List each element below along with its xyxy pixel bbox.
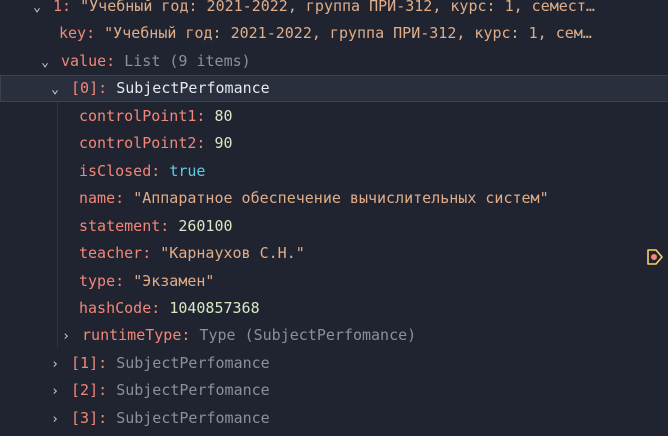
chevron-down-icon[interactable]: ⌄ <box>38 49 52 75</box>
chevron-down-icon[interactable]: ⌄ <box>30 0 44 20</box>
runtime-key: runtimeType: <box>82 326 191 344</box>
field-key: isClosed: <box>79 162 161 180</box>
field-key: name: <box>79 189 125 207</box>
key-label: key: <box>59 24 96 42</box>
field-value: 80 <box>214 107 233 125</box>
chevron-down-icon[interactable]: ⌄ <box>48 76 62 102</box>
field-value: "Карнаухов С.Н." <box>160 244 305 262</box>
item-index: [3]: <box>71 409 108 427</box>
field-key: statement: <box>79 217 170 235</box>
item-type: SubjectPerfomance <box>116 409 270 427</box>
field-row-controlPoint1[interactable]: controlPoint1: 80 <box>0 103 668 130</box>
tree-row-runtimeType[interactable]: › runtimeType: Type (SubjectPerfomance) <box>0 322 668 349</box>
row-index: 1: <box>53 0 72 15</box>
item-index: [2]: <box>71 381 108 399</box>
chevron-right-icon[interactable]: › <box>48 351 62 377</box>
field-value: "Экзамен" <box>133 272 215 290</box>
field-value: 1040857368 <box>169 299 260 317</box>
item-index: [0]: <box>71 79 108 97</box>
tree-row-item-0[interactable]: ⌄ [0]: SubjectPerfomance <box>0 75 668 102</box>
value-label: value: <box>61 52 116 70</box>
field-value: 260100 <box>178 217 233 235</box>
field-key: hashCode: <box>79 299 161 317</box>
runtime-value: Type (SubjectPerfomance) <box>199 326 417 344</box>
field-value: true <box>169 162 206 180</box>
chevron-right-icon[interactable]: › <box>48 406 62 432</box>
field-row-statement[interactable]: statement: 260100 <box>0 213 668 240</box>
breakpoint-icon[interactable] <box>646 248 664 266</box>
chevron-right-icon[interactable]: › <box>59 323 73 349</box>
key-value: "Учебный год: 2021-2022, группа ПРИ-312,… <box>104 24 592 42</box>
field-value: "Аппаратное обеспечение вычислительных с… <box>133 189 549 207</box>
field-value: 90 <box>214 134 233 152</box>
tree-row-item-3[interactable]: › [3]: SubjectPerfomance <box>0 405 668 432</box>
field-row-type[interactable]: type: "Экзамен" <box>0 268 668 295</box>
chevron-right-icon[interactable]: › <box>48 378 62 404</box>
field-key: teacher: <box>79 244 152 262</box>
variables-tree: ⌄ 1: "Учебный год: 2021-2022, группа ПРИ… <box>0 0 668 436</box>
item-index: [1]: <box>71 354 108 372</box>
tree-row-value[interactable]: ⌄ value: List (9 items) <box>0 48 668 75</box>
field-row-hashCode[interactable]: hashCode: 1040857368 <box>0 295 668 322</box>
item-type: SubjectPerfomance <box>116 354 270 372</box>
tree-row-key[interactable]: key: "Учебный год: 2021-2022, группа ПРИ… <box>0 20 668 47</box>
field-key: type: <box>79 272 125 290</box>
field-row-name[interactable]: name: "Аппаратное обеспечение вычислител… <box>0 185 668 212</box>
value-summary: List (9 items) <box>124 52 251 70</box>
row-value: "Учебный год: 2021-2022, группа ПРИ-312,… <box>80 0 595 15</box>
field-row-teacher[interactable]: teacher: "Карнаухов С.Н." <box>0 240 668 267</box>
field-key: controlPoint1: <box>79 107 206 125</box>
item-type: SubjectPerfomance <box>116 381 270 399</box>
field-row-controlPoint2[interactable]: controlPoint2: 90 <box>0 130 668 157</box>
field-key: controlPoint2: <box>79 134 206 152</box>
field-row-isClosed[interactable]: isClosed: true <box>0 158 668 185</box>
tree-row-1[interactable]: ⌄ 1: "Учебный год: 2021-2022, группа ПРИ… <box>0 0 668 20</box>
tree-row-item-1[interactable]: › [1]: SubjectPerfomance <box>0 350 668 377</box>
tree-row-item-2[interactable]: › [2]: SubjectPerfomance <box>0 377 668 404</box>
item-type: SubjectPerfomance <box>116 79 270 97</box>
